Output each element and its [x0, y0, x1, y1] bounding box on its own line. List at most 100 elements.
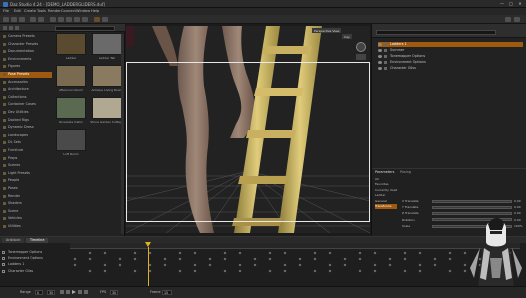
- keyframe-marker[interactable]: [388, 263, 392, 267]
- keyframe-marker[interactable]: [358, 251, 362, 254]
- keyframe-marker[interactable]: [88, 269, 92, 273]
- parameter-slider[interactable]: [432, 199, 512, 203]
- keyframe-marker[interactable]: [403, 257, 407, 261]
- keyframe-marker[interactable]: [178, 251, 182, 254]
- keyframe-marker[interactable]: [448, 257, 452, 261]
- keyframe-marker[interactable]: [268, 251, 272, 254]
- library-scrollbar[interactable]: [121, 34, 124, 234]
- keyframe-marker[interactable]: [223, 269, 227, 273]
- parameter-group[interactable]: Transforms: [375, 204, 397, 209]
- keyframe-marker[interactable]: [268, 269, 272, 273]
- content-thumbnail[interactable]: [56, 129, 86, 151]
- tree-item[interactable]: Environments: [0, 57, 52, 63]
- keyframe-marker[interactable]: [208, 263, 212, 267]
- keyframe-marker[interactable]: [163, 263, 167, 267]
- track-checkbox[interactable]: [2, 251, 5, 254]
- scene-item[interactable]: Summer: [378, 48, 523, 53]
- tree-item[interactable]: Dev Utilities: [0, 110, 52, 116]
- layout-icon[interactable]: [505, 17, 511, 22]
- tree-item[interactable]: Accessories: [0, 80, 52, 86]
- keyframe-marker[interactable]: [343, 263, 347, 267]
- track-checkbox[interactable]: [2, 263, 5, 267]
- tab-posing[interactable]: Posing: [400, 170, 411, 174]
- menu-tools[interactable]: Tools: [37, 9, 46, 13]
- home-icon[interactable]: [15, 26, 19, 30]
- render-icon[interactable]: [94, 17, 100, 22]
- tree-item[interactable]: Dynamic Dress: [0, 125, 52, 131]
- keyframe-marker[interactable]: [373, 263, 377, 267]
- keyframe-marker[interactable]: [133, 269, 137, 273]
- tree-item[interactable]: Documentation: [0, 49, 52, 55]
- first-frame-icon[interactable]: [60, 290, 64, 294]
- content-thumbnail[interactable]: [92, 33, 122, 55]
- timeline-row[interactable]: Ladders 1: [2, 262, 24, 268]
- universal-tool-icon[interactable]: [82, 17, 88, 22]
- menu-render[interactable]: Render: [48, 9, 61, 13]
- keyframe-marker[interactable]: [283, 263, 287, 267]
- tree-item[interactable]: DL Sets: [0, 140, 52, 146]
- prev-frame-icon[interactable]: [66, 290, 70, 294]
- track-checkbox[interactable]: [2, 257, 5, 261]
- keyframe-marker[interactable]: [133, 257, 137, 261]
- scene-search-input[interactable]: [376, 30, 496, 35]
- parameter-value[interactable]: 0.00: [514, 199, 521, 204]
- keyframe-marker[interactable]: [88, 251, 92, 254]
- keyframe-marker[interactable]: [418, 251, 422, 254]
- keyframe-marker[interactable]: [433, 257, 437, 261]
- scene-item[interactable]: Ladders 1: [378, 42, 523, 47]
- redo-icon[interactable]: [38, 17, 44, 22]
- render-settings-icon[interactable]: [102, 17, 108, 22]
- keyframe-marker[interactable]: [313, 251, 317, 254]
- keyframe-marker[interactable]: [163, 257, 167, 261]
- keyframe-marker[interactable]: [238, 269, 242, 273]
- tree-item[interactable]: Scenes: [0, 163, 52, 169]
- tree-item[interactable]: Furniture: [0, 148, 52, 154]
- keyframe-marker[interactable]: [418, 269, 422, 273]
- keyframe-marker[interactable]: [178, 257, 182, 261]
- parameter-group[interactable]: Favorites: [375, 182, 397, 187]
- draw-style-selector[interactable]: Iray: [342, 34, 352, 39]
- close-button[interactable]: ✕: [516, 1, 524, 6]
- keyframe-marker[interactable]: [148, 263, 152, 267]
- content-thumbnail[interactable]: [92, 97, 122, 119]
- keyframe-marker[interactable]: [238, 263, 242, 267]
- node-select-icon[interactable]: [50, 17, 56, 22]
- keyframe-marker[interactable]: [313, 257, 317, 261]
- undo-icon[interactable]: [30, 17, 36, 22]
- keyframe-marker[interactable]: [223, 257, 227, 261]
- fps-field[interactable]: 30: [110, 289, 118, 295]
- content-thumbnail[interactable]: [56, 97, 86, 119]
- keyframe-marker[interactable]: [103, 269, 107, 273]
- keyframe-marker[interactable]: [193, 251, 197, 254]
- keyframe-marker[interactable]: [373, 269, 377, 273]
- timeline-row[interactable]: Character Gliss: [2, 269, 33, 275]
- visibility-eye-icon[interactable]: [378, 48, 382, 52]
- visibility-eye-icon[interactable]: [378, 42, 382, 46]
- keyframe-marker[interactable]: [358, 257, 362, 261]
- tab-timeline[interactable]: Timeline: [26, 238, 49, 243]
- tree-item[interactable]: Scene: [0, 209, 52, 215]
- keyframe-marker[interactable]: [328, 269, 332, 273]
- keyframe-marker[interactable]: [358, 269, 362, 273]
- back-icon[interactable]: [3, 26, 7, 30]
- rotate-tool-icon[interactable]: [58, 17, 64, 22]
- keyframe-marker[interactable]: [403, 269, 407, 273]
- open-icon[interactable]: [11, 17, 17, 22]
- parameter-group[interactable]: All: [375, 177, 397, 182]
- forward-icon[interactable]: [9, 26, 13, 30]
- keyframe-marker[interactable]: [253, 263, 257, 267]
- new-scene-icon[interactable]: [3, 17, 9, 22]
- viewport-3d[interactable]: Perspective View Iray: [126, 26, 370, 233]
- parameter-group[interactable]: Currently Used: [375, 188, 397, 193]
- tree-item[interactable]: Collections: [0, 95, 52, 101]
- parameter-group[interactable]: Ladder: [375, 193, 397, 198]
- last-frame-icon[interactable]: [84, 290, 88, 294]
- frame-field[interactable]: 15: [162, 289, 172, 295]
- parameter-group[interactable]: General: [375, 199, 397, 204]
- keyframe-marker[interactable]: [178, 269, 182, 273]
- menu-connect[interactable]: Connect: [61, 9, 76, 13]
- tab-parameters[interactable]: Parameters: [375, 170, 394, 174]
- settings-icon[interactable]: [514, 17, 520, 22]
- track-checkbox[interactable]: [2, 269, 5, 273]
- play-icon[interactable]: [72, 290, 76, 294]
